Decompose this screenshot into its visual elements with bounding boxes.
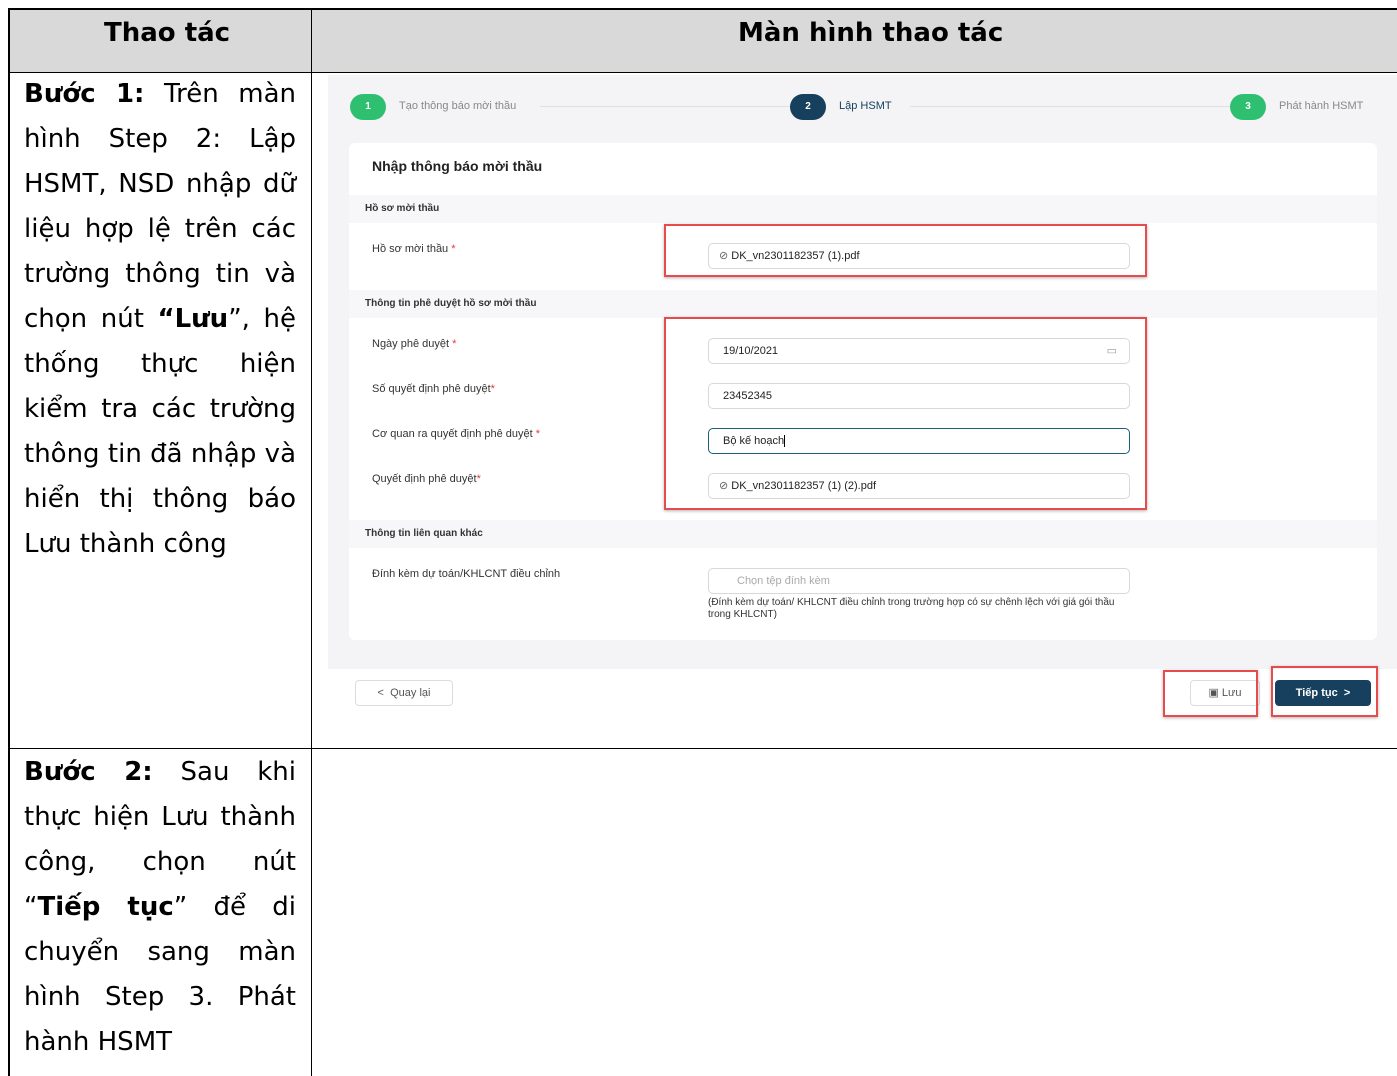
attach-hint: (Đính kèm dự toán/ KHLCNT điều chỉnh tro… <box>708 597 1115 620</box>
stepper-line-2 <box>910 106 1230 107</box>
agency-label-text: Cơ quan ra quyết định phê duyệt <box>372 428 533 440</box>
back-button[interactable]: < Quay lại <box>355 680 453 706</box>
step-2-label[interactable]: Lập HSMT <box>839 100 892 112</box>
decision-file-label: Quyết định phê duyệt* <box>372 473 481 485</box>
required-mark: * <box>490 383 495 395</box>
step2-description: Bước 2: Sau khi thực hiện Lưu thành công… <box>24 750 296 1065</box>
required-mark: * <box>535 428 541 440</box>
section-lien-quan-label: Thông tin liên quan khác <box>365 528 483 539</box>
required-mark: * <box>476 473 481 485</box>
decision-no-label: Số quyết định phê duyệt* <box>372 383 495 395</box>
highlight-save <box>1163 670 1258 717</box>
section-lien-quan: Thông tin liên quan khác <box>349 520 1377 548</box>
section-ho-so: Hồ sơ mời thầu <box>349 195 1377 223</box>
required-mark: * <box>451 243 456 255</box>
decision-file-label-text: Quyết định phê duyệt <box>372 473 477 485</box>
decision-no-label-text: Số quyết định phê duyệt <box>372 383 491 395</box>
table-border-middle <box>311 8 312 1076</box>
agency-label: Cơ quan ra quyết định phê duyệt * <box>372 428 540 440</box>
section-phe-duyet: Thông tin phê duyệt hồ sơ mời thầu <box>349 290 1377 318</box>
table-border-row <box>8 748 1397 749</box>
step-1-circle[interactable]: 1 <box>350 94 386 120</box>
step1-text-b: ”, hệ thống thực hiện kiểm tra các trườn… <box>24 304 296 559</box>
step-2-circle[interactable]: 2 <box>790 94 826 120</box>
header-thao-tac: Thao tác <box>104 18 231 48</box>
step2-prefix: Bước 2: <box>24 757 153 787</box>
highlight-approval <box>664 317 1147 510</box>
table-border-top <box>8 8 1397 10</box>
form-title: Nhập thông báo mời thầu <box>372 158 543 174</box>
attach-field[interactable]: Chọn tệp đính kèm <box>708 568 1130 594</box>
header-man-hinh: Màn hình thao tác <box>738 18 1004 48</box>
chevron-left-icon: < <box>377 687 384 699</box>
highlight-hsmt <box>664 224 1147 277</box>
section-phe-duyet-label: Thông tin phê duyệt hồ sơ mời thầu <box>365 298 537 309</box>
step-3-label[interactable]: Phát hành HSMT <box>1279 100 1363 112</box>
hsmt-label: Hồ sơ mời thầu * <box>372 243 456 255</box>
attach-label: Đính kèm dự toán/KHLCNT điều chỉnh <box>372 568 561 580</box>
step1-description: Bước 1: Trên màn hình Step 2: Lập HSMT, … <box>24 72 296 567</box>
step-3-circle[interactable]: 3 <box>1230 94 1266 120</box>
required-mark: * <box>452 338 457 350</box>
step-1-label[interactable]: Tạo thông báo mời thầu <box>399 100 516 112</box>
table-border-left <box>8 8 10 1076</box>
step1-text-a: Trên màn hình Step 2: Lập HSMT, NSD nhập… <box>24 79 296 334</box>
highlight-continue <box>1271 666 1378 717</box>
hsmt-label-text: Hồ sơ mời thầu <box>372 243 449 255</box>
step1-prefix: Bước 1: <box>24 79 145 109</box>
approve-date-label-text: Ngày phê duyệt <box>372 338 450 350</box>
approve-date-label: Ngày phê duyệt * <box>372 338 456 350</box>
step2-bold-continue: Tiếp tục <box>37 892 174 922</box>
step1-bold-save: “Lưu <box>157 304 229 334</box>
stepper-line-1 <box>540 106 790 107</box>
section-ho-so-label: Hồ sơ mời thầu <box>365 203 440 214</box>
back-button-label: Quay lại <box>390 687 431 699</box>
